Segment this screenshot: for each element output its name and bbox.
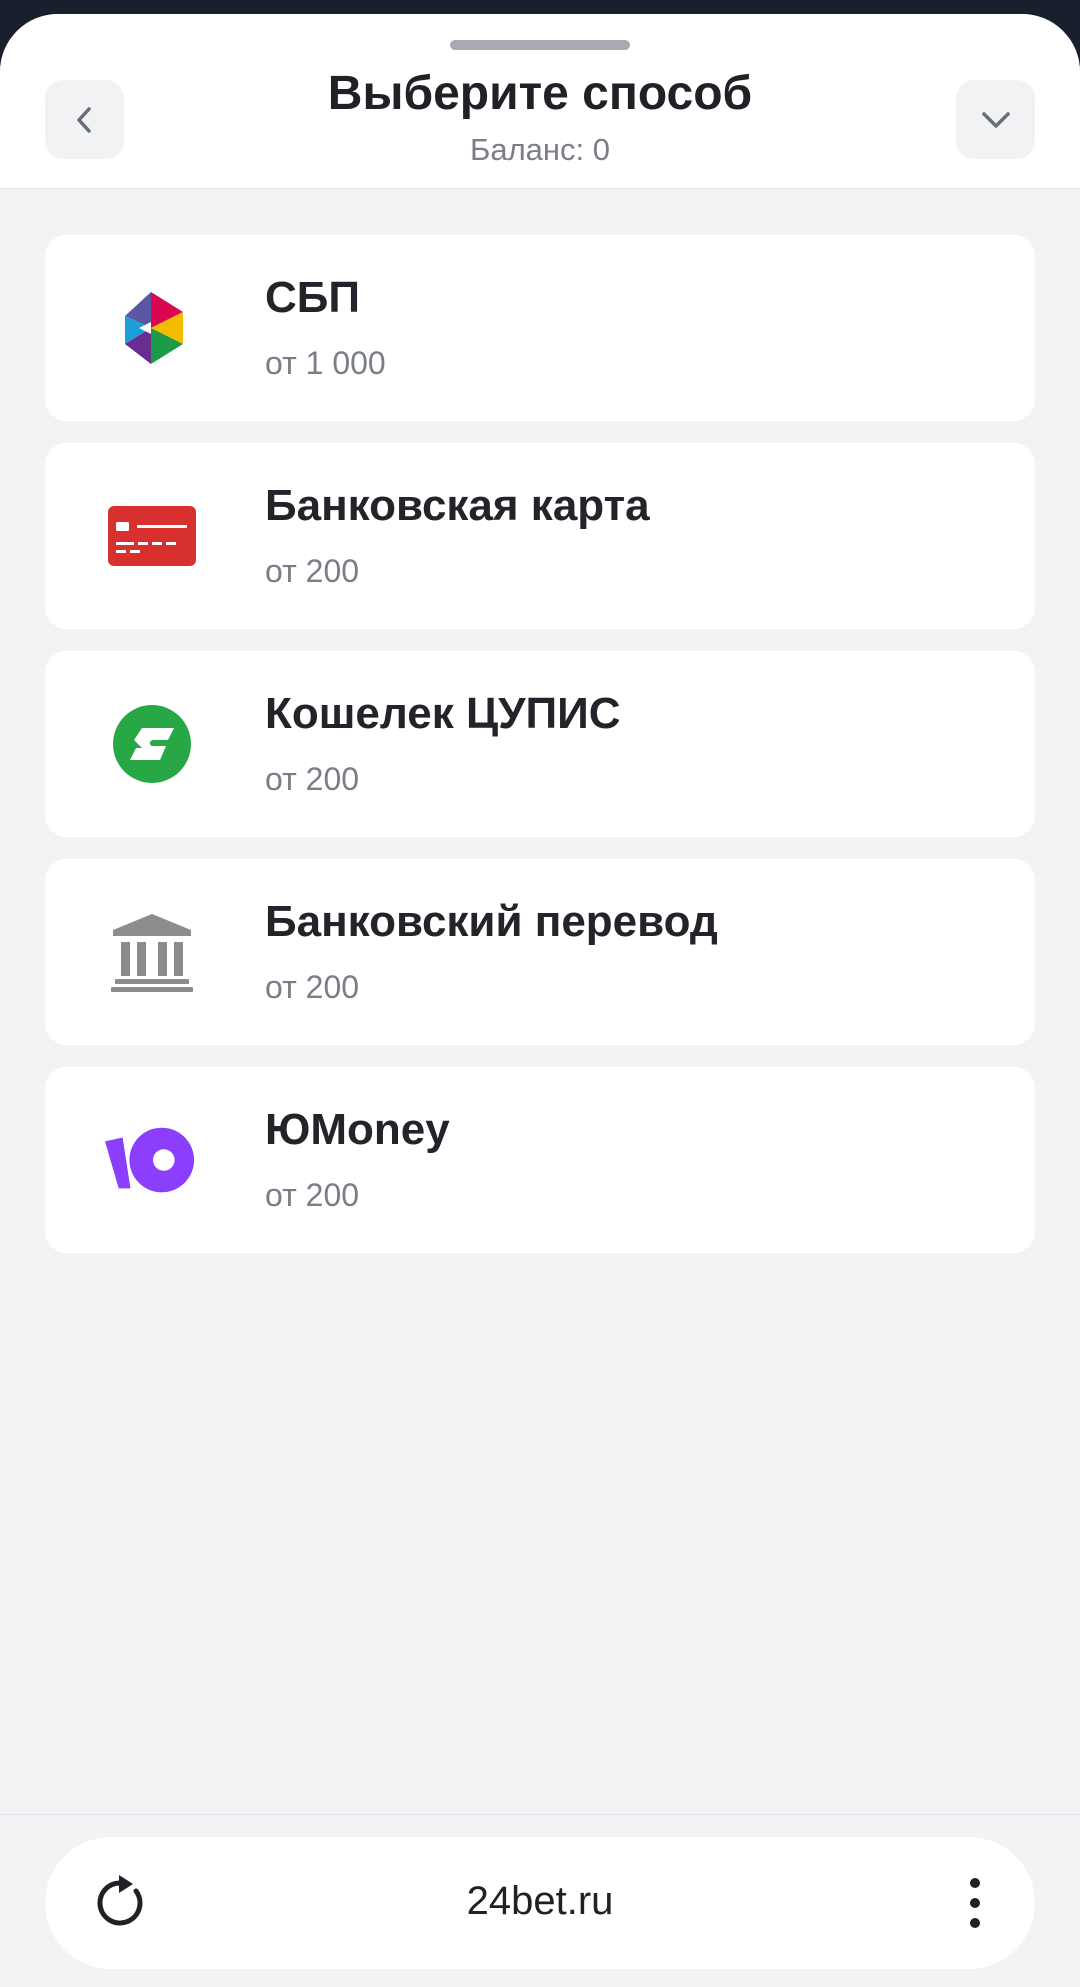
method-min-amount: от 200	[265, 1177, 360, 1213]
sheet-grabber[interactable]	[450, 40, 630, 50]
yumoney-logo-icon	[105, 1113, 199, 1207]
method-min-amount: от 200	[265, 969, 360, 1005]
payment-method-list: СБП от 1 000 Банковская карта от 200 Кош…	[45, 235, 1035, 1275]
method-min-amount: от 200	[265, 553, 360, 589]
payment-method-bank-transfer[interactable]: Банковский перевод от 200	[45, 859, 1035, 1045]
payment-method-sheet: Выберите способ Баланс: 0 СБП от 1 000 Б…	[0, 14, 1080, 1987]
method-name: Банковский перевод	[265, 897, 718, 946]
payment-method-sbp[interactable]: СБП от 1 000	[45, 235, 1035, 421]
sheet-header: Выберите способ Баланс: 0	[0, 14, 1080, 189]
method-min-amount: от 200	[265, 761, 360, 797]
method-name: ЮMoney	[265, 1105, 450, 1154]
url-text: 24bet.ru	[466, 1879, 614, 1923]
address-bar[interactable]: 24bet.ru	[45, 1837, 1035, 1969]
balance-text: Баланс: 0	[470, 132, 610, 167]
collapse-button[interactable]	[956, 80, 1035, 159]
method-name: Банковская карта	[265, 481, 650, 530]
more-vertical-icon	[970, 1878, 980, 1928]
method-name: Кошелек ЦУПИС	[265, 689, 621, 738]
payment-method-yumoney[interactable]: ЮMoney от 200	[45, 1067, 1035, 1253]
payment-method-cupis[interactable]: Кошелек ЦУПИС от 200	[45, 651, 1035, 837]
payment-method-bank-card[interactable]: Банковская карта от 200	[45, 443, 1035, 629]
bank-building-icon	[105, 905, 199, 999]
bank-card-icon	[105, 489, 199, 583]
method-name: СБП	[265, 273, 361, 322]
status-area	[0, 0, 1080, 14]
page-title: Выберите способ	[327, 67, 753, 120]
cupis-wallet-icon	[105, 697, 199, 791]
chevron-down-icon	[981, 111, 1010, 128]
sbp-logo-icon	[105, 281, 199, 375]
method-min-amount: от 1 000	[265, 345, 386, 381]
browser-menu-button[interactable]	[945, 1863, 1005, 1943]
browser-bottom-bar: 24bet.ru	[0, 1814, 1080, 1987]
